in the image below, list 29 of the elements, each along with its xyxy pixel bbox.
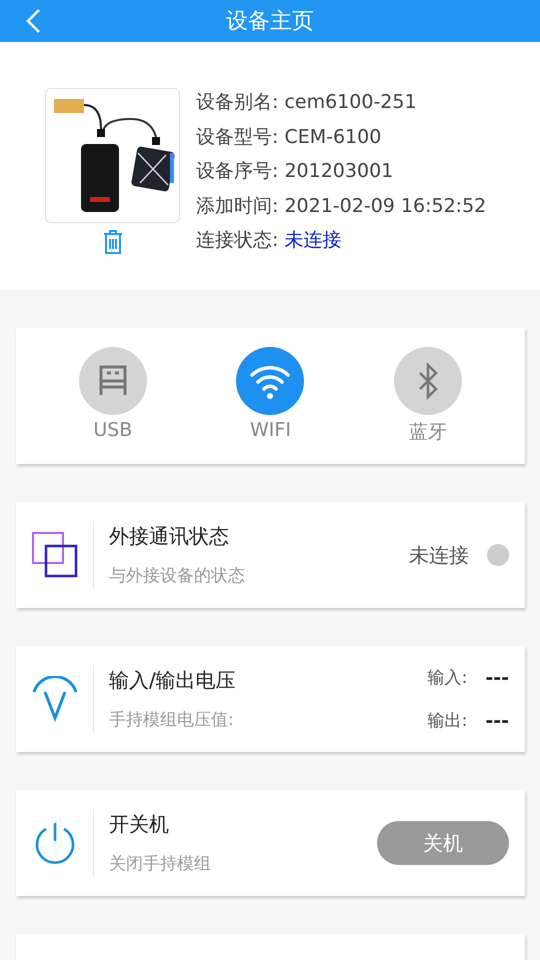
device-field: 添加时间: 2021-02-09 16:52:52 [196,192,486,219]
card-title: 外接通讯状态 [109,523,230,550]
card-subtitle: 关闭手持模组 [109,853,212,875]
delete-icon[interactable] [102,229,124,255]
reading-value: --- [485,666,509,688]
status-text: 未连接 [409,542,469,568]
power-off-button[interactable]: 关机 [377,821,509,865]
card-subtitle: 与外接设备的状态 [109,565,246,587]
connection-mode-tab[interactable]: USB [52,328,173,464]
reading-label: 输入: [428,667,468,689]
device-field: 设备别名: cem6100-251 [196,89,486,116]
back-icon[interactable] [24,8,42,34]
overlapping-squares-icon [32,532,78,578]
reading-value: --- [485,710,509,732]
bluetooth-icon [394,347,462,415]
device-field: 设备序号: 201203001 [196,158,486,184]
connection-mode-tab[interactable]: WIFI [210,328,330,464]
card-title: 输入/输出电压 [109,667,237,694]
device-field: 设备型号: CEM-6100 [196,124,486,150]
reading-label: 输出: [428,710,468,732]
card-subtitle: 手持模组电压值: [109,709,235,731]
power-icon [32,821,76,865]
device-field: 连接状态: 未连接 [196,227,486,254]
voltage-icon [32,676,78,722]
wifi-icon [236,347,304,415]
card-title: 开关机 [109,811,170,838]
connection-mode-tab[interactable]: 蓝牙 [368,328,488,464]
usb-icon [78,347,147,415]
page-title: 设备主页 [226,8,314,36]
